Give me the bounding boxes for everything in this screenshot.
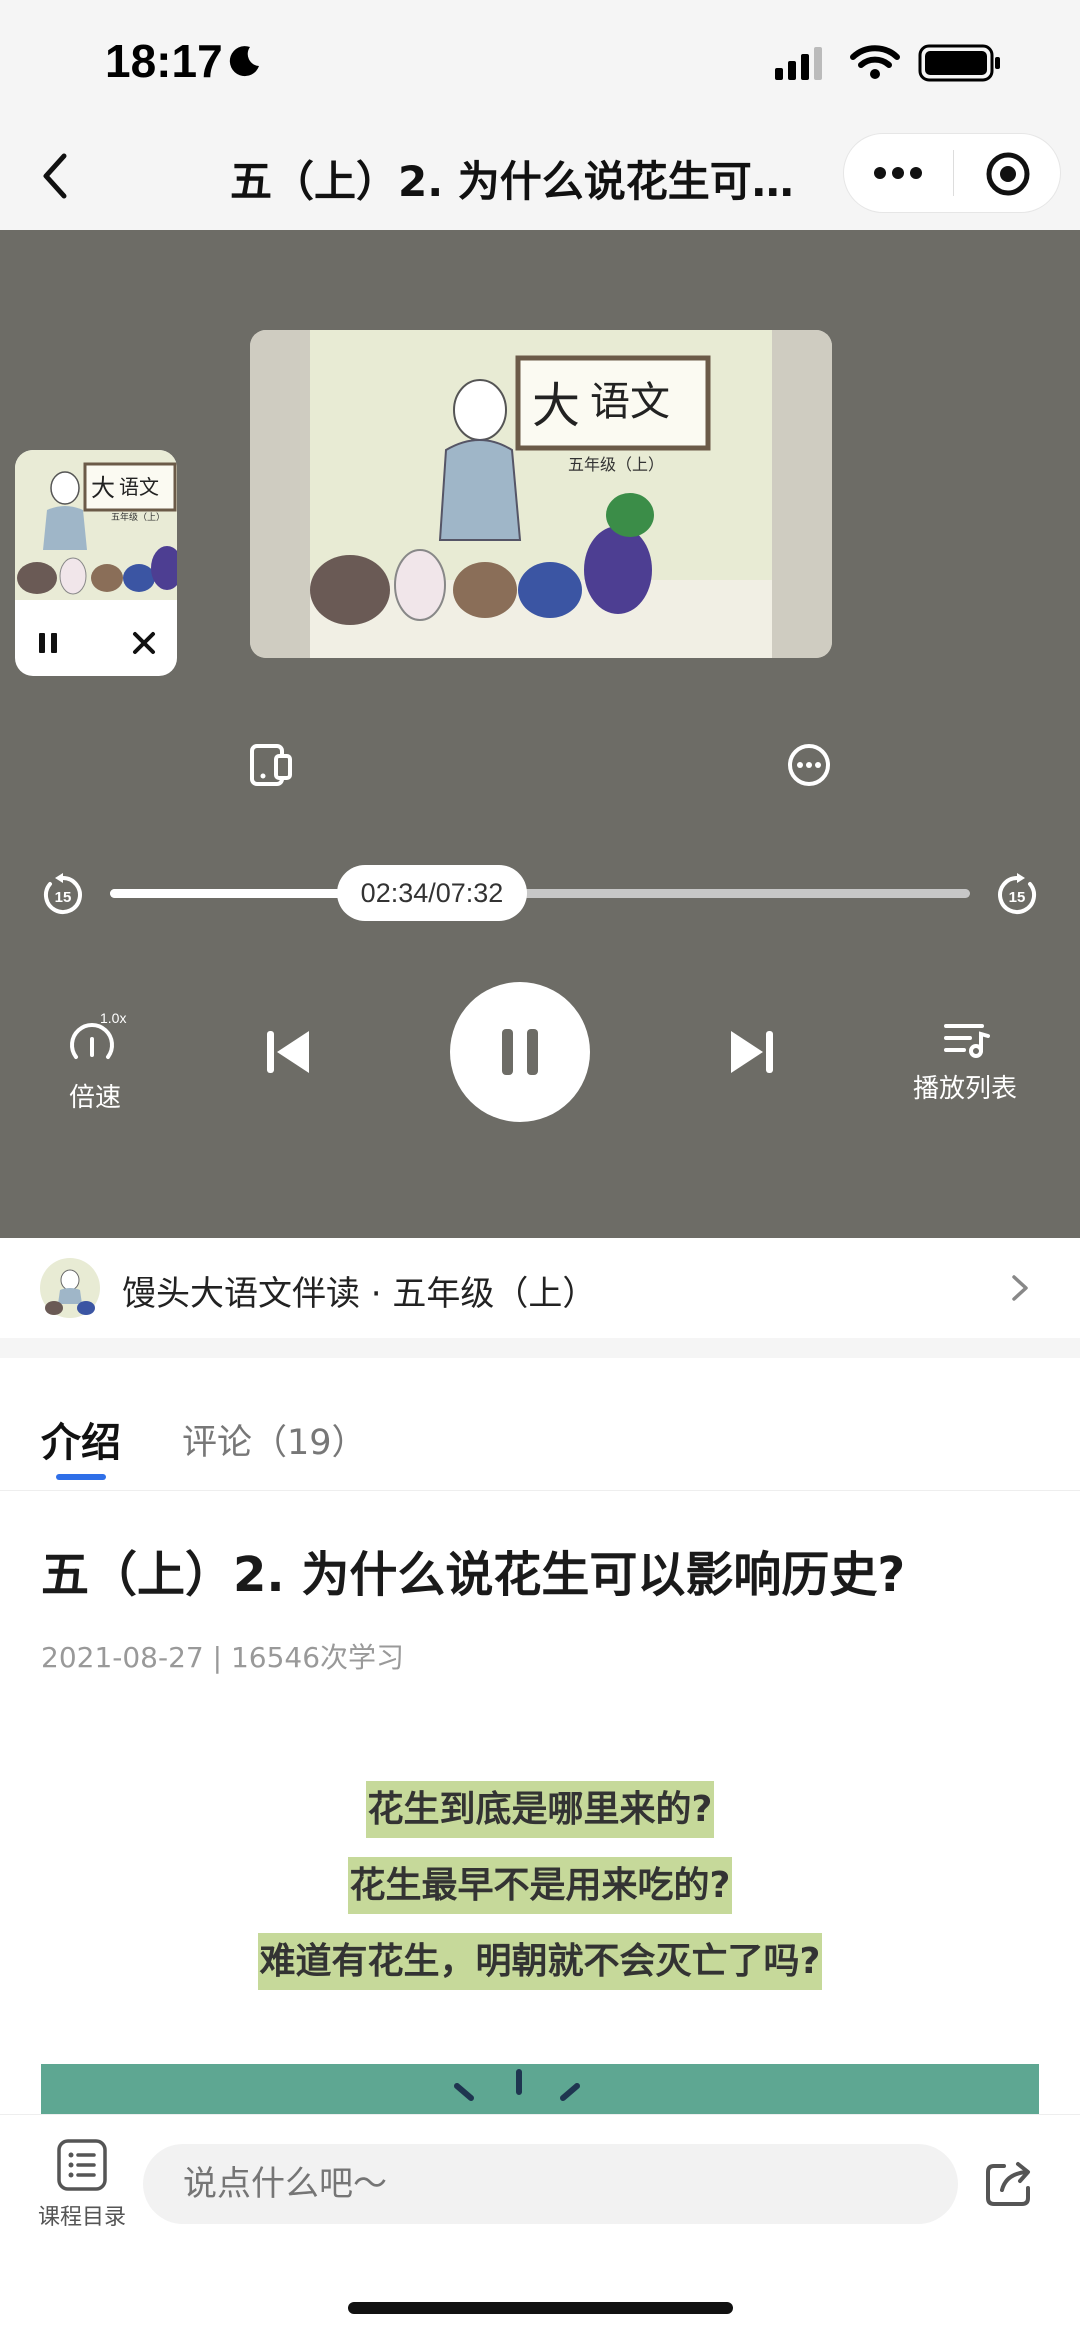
tab-comments[interactable]: 评论（19）	[182, 1414, 367, 1465]
mini-pause-icon[interactable]	[35, 630, 61, 656]
mini-cover-title-rest: 语文	[119, 475, 159, 499]
comment-input[interactable]	[143, 2144, 958, 2224]
cover-image: 大 语文 五年级（上）	[250, 330, 832, 658]
capsule-divider	[953, 150, 954, 196]
page-title: 五（上）2. 为什么说花生可…	[230, 157, 794, 206]
mini-cover-big-char: 大	[91, 474, 115, 502]
rewind-15-icon[interactable]: 15	[40, 872, 86, 918]
cover-illustration: 大 语文 五年级（上）	[250, 330, 832, 658]
chevron-right-icon[interactable]	[1008, 1273, 1032, 1303]
back-arrow-icon[interactable]	[36, 148, 76, 204]
forward-seconds: 15	[1009, 889, 1026, 906]
section-divider	[0, 1338, 1080, 1358]
speed-control[interactable]: 1.0x 倍速	[50, 1005, 140, 1115]
speed-badge: 1.0x	[100, 1010, 127, 1026]
playlist-label: 播放列表	[912, 1074, 1017, 1104]
album-avatar	[40, 1258, 100, 1318]
highlight-line: 难道有花生，明朝就不会灭亡了吗?	[257, 1933, 823, 1990]
speed-label: 倍速	[68, 1083, 121, 1113]
pause-icon	[502, 1029, 538, 1075]
moon-icon	[229, 46, 259, 77]
playlist-control[interactable]: 播放列表	[900, 1010, 1030, 1120]
playlist-icon	[944, 1024, 990, 1058]
wifi-icon	[850, 45, 900, 79]
tab-intro[interactable]: 介绍	[41, 1410, 121, 1468]
highlight-line: 花生最早不是用来吃的?	[347, 1857, 733, 1914]
cover-big-char: 大	[532, 378, 580, 434]
pause-button[interactable]	[450, 982, 590, 1122]
phone-mode-icon[interactable]	[248, 742, 294, 788]
catalog-list-icon	[57, 2139, 107, 2191]
battery-icon	[918, 44, 1000, 82]
share-icon[interactable]	[984, 2158, 1036, 2208]
highlight-block: 花生到底是哪里来的? 花生最早不是用来吃的? 难道有花生，明朝就不会灭亡了吗?	[0, 1775, 1080, 2003]
forward-15-icon[interactable]: 15	[994, 872, 1040, 918]
home-indicator	[348, 2302, 733, 2314]
floating-mini-player[interactable]: 大 语文 五年级（上）	[15, 450, 177, 676]
cover-grade: 五年级（上）	[568, 455, 664, 474]
rewind-seconds: 15	[55, 889, 72, 906]
album-title[interactable]: 馒头大语文伴读 · 五年级（上）	[122, 1266, 596, 1315]
previous-track-icon[interactable]	[263, 1025, 313, 1079]
highlight-line: 花生到底是哪里来的?	[365, 1781, 715, 1838]
mini-close-icon[interactable]	[131, 630, 157, 656]
more-options-icon[interactable]	[786, 742, 832, 788]
course-catalog-label[interactable]: 课程目录	[38, 2199, 126, 2231]
status-time: 18:17	[105, 35, 223, 87]
progress-time[interactable]: 02:34/07:32	[337, 865, 527, 921]
mini-cover-grade: 五年级（上）	[111, 511, 165, 523]
close-target-icon[interactable]	[985, 151, 1031, 197]
cover-title-rest: 语文	[590, 379, 670, 425]
article-title: 五（上）2. 为什么说花生可以影响历史?	[41, 1547, 906, 1603]
more-dots-icon[interactable]	[870, 158, 926, 188]
next-track-icon[interactable]	[727, 1025, 777, 1079]
tabs-divider	[0, 1490, 1080, 1491]
active-tab-indicator	[56, 1474, 106, 1480]
mini-cover-illustration: 大 语文 五年级（上）	[15, 450, 177, 600]
article-meta: 2021-08-27 | 16546次学习	[41, 1641, 405, 1674]
signal-icon	[775, 47, 822, 80]
